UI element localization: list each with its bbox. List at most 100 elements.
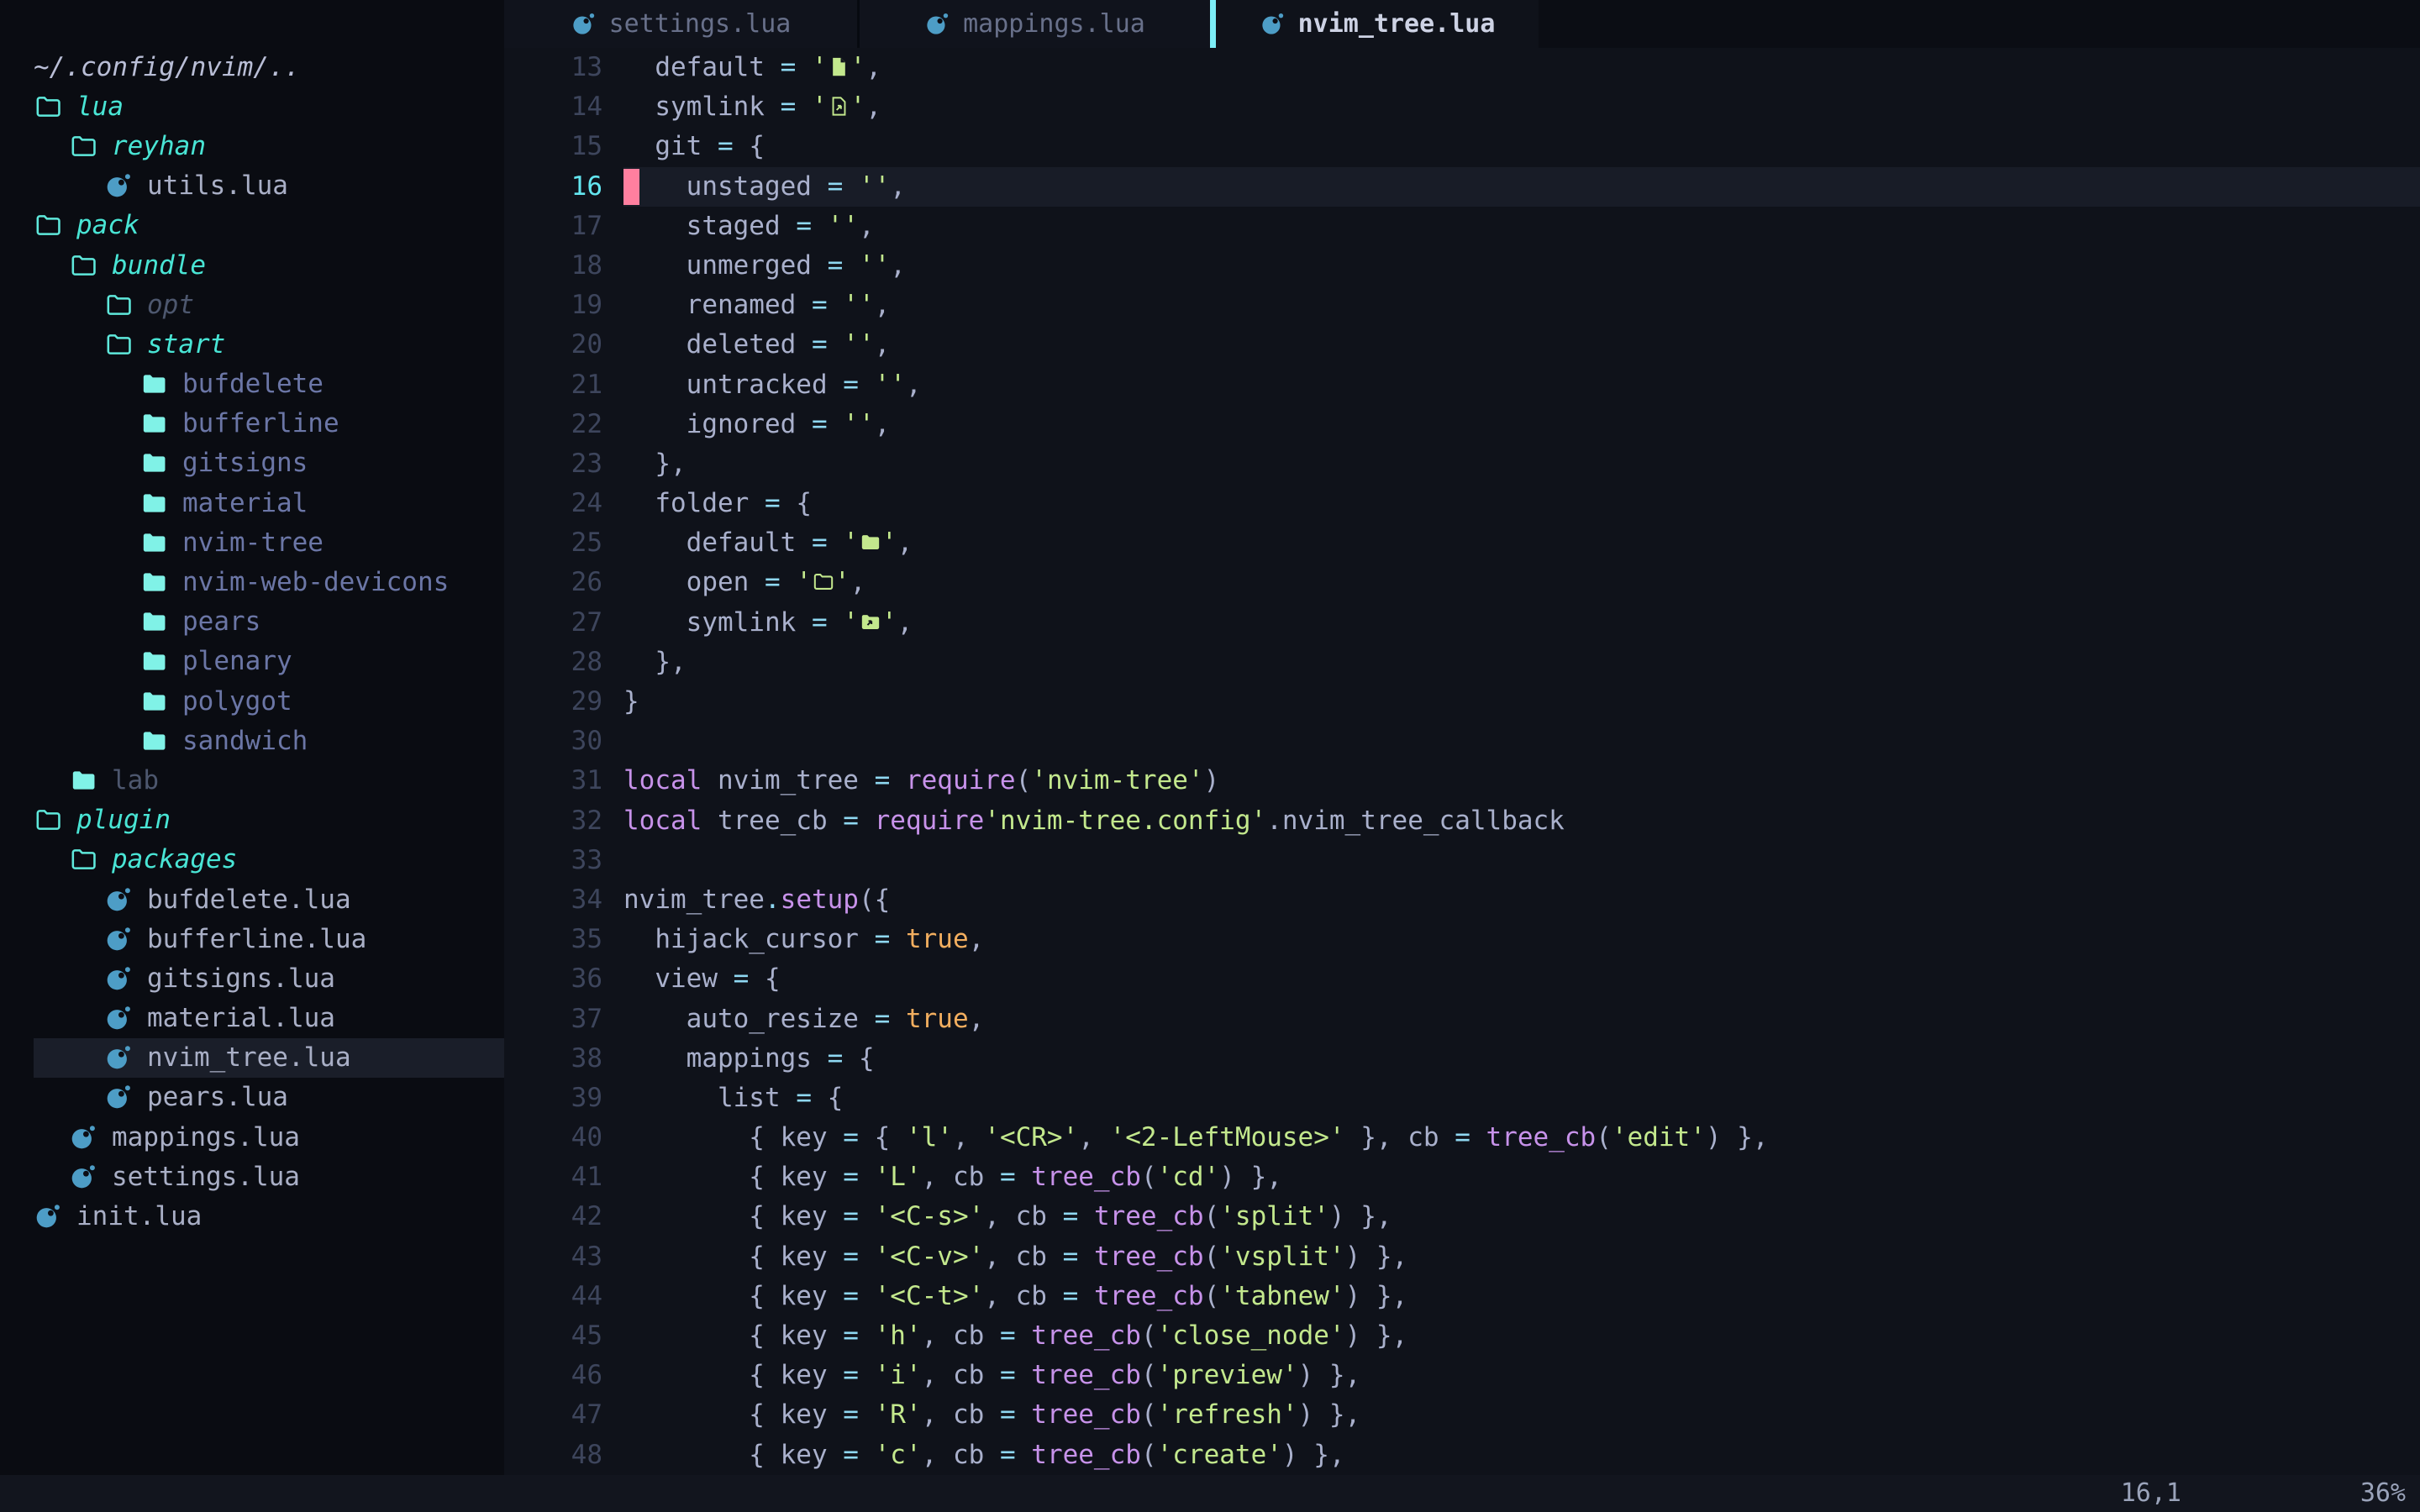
code-line-39[interactable]: 39 list = { bbox=[504, 1079, 2420, 1118]
code-line-31[interactable]: 31local nvim_tree = require('nvim-tree') bbox=[504, 761, 2420, 801]
line-number: 40 bbox=[504, 1118, 623, 1158]
tree-item-nvim-web-devicons[interactable]: nvim-web-devicons bbox=[0, 562, 504, 601]
code-line-48[interactable]: 48 { key = 'c', cb = tree_cb('create') }… bbox=[504, 1436, 2420, 1475]
tree-item-label: bufdelete.lua bbox=[147, 885, 351, 915]
line-number: 27 bbox=[504, 603, 623, 643]
code-line-32[interactable]: 32local tree_cb = require'nvim-tree.conf… bbox=[504, 801, 2420, 841]
line-number: 20 bbox=[504, 325, 623, 365]
tree-item-lab[interactable]: lab bbox=[0, 760, 504, 800]
tree-item-packages[interactable]: packages bbox=[0, 840, 504, 879]
code-token: ( bbox=[1204, 1201, 1220, 1231]
tree-item-settings.lua[interactable]: settings.lua bbox=[0, 1157, 504, 1196]
tab-nvim_tree.lua[interactable]: nvim_tree.lua bbox=[1216, 0, 1539, 48]
tab-mappings.lua[interactable]: mappings.lua bbox=[857, 0, 1210, 48]
tree-item-bufferline[interactable]: bufferline bbox=[0, 404, 504, 444]
code-line-22[interactable]: 22 ignored = '', bbox=[504, 405, 2420, 444]
tab-settings.lua[interactable]: settings.lua bbox=[504, 0, 857, 48]
code-line-40[interactable]: 40 { key = { 'l', '<CR>', '<2-LeftMouse>… bbox=[504, 1118, 2420, 1158]
code-line-38[interactable]: 38 mappings = { bbox=[504, 1039, 2420, 1079]
code-token: = bbox=[843, 1201, 874, 1231]
code-line-18[interactable]: 18 unmerged = '', bbox=[504, 246, 2420, 286]
tree-item-label: reyhan bbox=[112, 131, 206, 161]
code-line-33[interactable]: 33 bbox=[504, 841, 2420, 880]
tree-item-sandwich[interactable]: sandwich bbox=[0, 721, 504, 760]
code-line-13[interactable]: 13 default = '', bbox=[504, 48, 2420, 87]
code-line-47[interactable]: 47 { key = 'R', cb = tree_cb('refresh') … bbox=[504, 1395, 2420, 1435]
code-token: open bbox=[623, 567, 765, 597]
tree-item-mappings.lua[interactable]: mappings.lua bbox=[0, 1117, 504, 1157]
code-token: = bbox=[1000, 1360, 1031, 1390]
code-line-16[interactable]: 16 unstaged = '', bbox=[504, 167, 2420, 207]
lua-icon bbox=[104, 171, 133, 200]
code-line-21[interactable]: 21 untracked = '', bbox=[504, 365, 2420, 405]
code-line-25[interactable]: 25 default = '', bbox=[504, 523, 2420, 563]
tree-item-label: plenary bbox=[182, 646, 292, 676]
tree-item-gitsigns.lua[interactable]: gitsigns.lua bbox=[0, 958, 504, 998]
code-line-29[interactable]: 29} bbox=[504, 682, 2420, 722]
tree-item-polygot[interactable]: polygot bbox=[0, 681, 504, 721]
code-line-text: { key = '<C-v>', cb = tree_cb('vsplit') … bbox=[623, 1237, 2420, 1277]
code-line-36[interactable]: 36 view = { bbox=[504, 959, 2420, 999]
code-line-17[interactable]: 17 staged = '', bbox=[504, 207, 2420, 246]
tree-item-lua[interactable]: lua bbox=[0, 87, 504, 126]
code-line-34[interactable]: 34nvim_tree.setup({ bbox=[504, 880, 2420, 920]
code-line-15[interactable]: 15 git = { bbox=[504, 127, 2420, 166]
code-line-20[interactable]: 20 deleted = '', bbox=[504, 325, 2420, 365]
code-line-19[interactable]: 19 renamed = '', bbox=[504, 286, 2420, 325]
code-line-27[interactable]: 27 symlink = '', bbox=[504, 603, 2420, 643]
tree-item-material[interactable]: material bbox=[0, 483, 504, 522]
code-line-44[interactable]: 44 { key = '<C-t>', cb = tree_cb('tabnew… bbox=[504, 1277, 2420, 1316]
tree-item-opt[interactable]: opt bbox=[0, 285, 504, 324]
code-token: } bbox=[623, 686, 639, 717]
code-token: , bbox=[897, 607, 913, 638]
line-number: 38 bbox=[504, 1039, 623, 1079]
editor-buffer[interactable]: 13 default = '',14 symlink = '',15 git =… bbox=[504, 48, 2420, 1475]
code-line-26[interactable]: 26 open = '', bbox=[504, 563, 2420, 602]
tree-item-bufdelete[interactable]: bufdelete bbox=[0, 365, 504, 404]
code-line-37[interactable]: 37 auto_resize = true, bbox=[504, 1000, 2420, 1039]
tree-item-bufdelete.lua[interactable]: bufdelete.lua bbox=[0, 879, 504, 919]
tree-item-pears.lua[interactable]: pears.lua bbox=[0, 1078, 504, 1117]
code-token: ) }, bbox=[1329, 1201, 1392, 1231]
tree-item-material.lua[interactable]: material.lua bbox=[0, 999, 504, 1038]
line-number: 41 bbox=[504, 1158, 623, 1197]
code-line-41[interactable]: 41 { key = 'L', cb = tree_cb('cd') }, bbox=[504, 1158, 2420, 1197]
code-token: = bbox=[843, 1162, 874, 1192]
tree-item-start[interactable]: start bbox=[0, 324, 504, 364]
tree-item-init.lua[interactable]: init.lua bbox=[0, 1196, 504, 1236]
code-token: = bbox=[1000, 1320, 1031, 1351]
tree-item-plenary[interactable]: plenary bbox=[0, 642, 504, 681]
tree-item-utils.lua[interactable]: utils.lua bbox=[0, 166, 504, 206]
tree-item-label: pack bbox=[76, 210, 139, 240]
tree-item-gitsigns[interactable]: gitsigns bbox=[0, 444, 504, 483]
folder-open-icon bbox=[34, 211, 62, 239]
lua-icon bbox=[104, 964, 133, 993]
code-line-24[interactable]: 24 folder = { bbox=[504, 484, 2420, 523]
tree-root-path[interactable]: ~/.config/nvim/.. bbox=[0, 47, 504, 87]
code-line-42[interactable]: 42 { key = '<C-s>', cb = tree_cb('split'… bbox=[504, 1197, 2420, 1236]
tree-item-pack[interactable]: pack bbox=[0, 206, 504, 245]
code-line-45[interactable]: 45 { key = 'h', cb = tree_cb('close_node… bbox=[504, 1316, 2420, 1356]
code-line-35[interactable]: 35 hijack_cursor = true, bbox=[504, 920, 2420, 959]
code-line-46[interactable]: 46 { key = 'i', cb = tree_cb('preview') … bbox=[504, 1356, 2420, 1395]
code-line-23[interactable]: 23 }, bbox=[504, 444, 2420, 484]
tree-item-reyhan[interactable]: reyhan bbox=[0, 126, 504, 165]
code-line-43[interactable]: 43 { key = '<C-v>', cb = tree_cb('vsplit… bbox=[504, 1237, 2420, 1277]
tree-item-nvim_tree.lua[interactable]: nvim_tree.lua bbox=[0, 1038, 504, 1078]
code-token: = bbox=[781, 52, 812, 82]
code-line-14[interactable]: 14 symlink = '', bbox=[504, 87, 2420, 127]
code-token: 'h' bbox=[875, 1320, 922, 1351]
line-number: 17 bbox=[504, 207, 623, 246]
tree-item-bufferline.lua[interactable]: bufferline.lua bbox=[0, 919, 504, 958]
code-line-28[interactable]: 28 }, bbox=[504, 643, 2420, 682]
folder-closed-icon bbox=[139, 568, 168, 596]
code-token: , bbox=[890, 171, 906, 202]
lua-icon bbox=[104, 1004, 133, 1032]
code-token: , bbox=[850, 567, 866, 597]
tree-item-nvim-tree[interactable]: nvim-tree bbox=[0, 522, 504, 562]
tree-item-plugin[interactable]: plugin bbox=[0, 801, 504, 840]
code-line-text: local nvim_tree = require('nvim-tree') bbox=[623, 761, 2420, 801]
tree-item-pears[interactable]: pears bbox=[0, 602, 504, 642]
code-line-30[interactable]: 30 bbox=[504, 722, 2420, 761]
tree-item-bundle[interactable]: bundle bbox=[0, 245, 504, 285]
